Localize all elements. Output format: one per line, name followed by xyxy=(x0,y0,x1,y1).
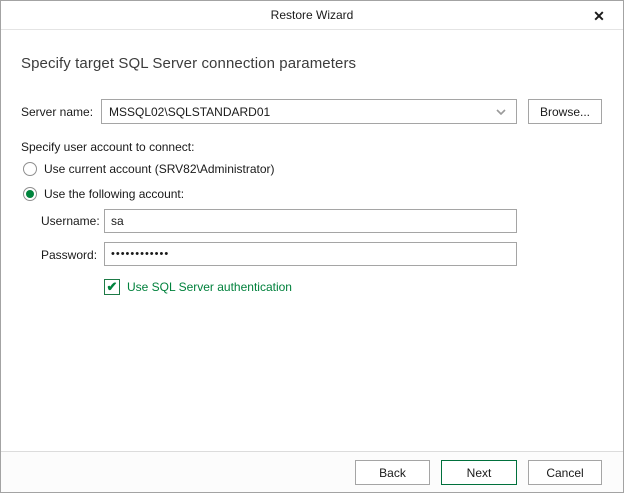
titlebar: Restore Wizard ✕ xyxy=(1,1,623,30)
back-button[interactable]: Back xyxy=(355,460,430,485)
radio-unselected-icon[interactable] xyxy=(23,162,37,176)
radio-option-following-account[interactable]: Use the following account: xyxy=(23,187,184,201)
close-button[interactable]: ✕ xyxy=(585,5,613,27)
sql-auth-checkbox-row[interactable]: ✔ Use SQL Server authentication xyxy=(104,279,292,295)
browse-button[interactable]: Browse... xyxy=(528,99,602,124)
close-icon: ✕ xyxy=(593,7,605,24)
sql-auth-checkbox-label: Use SQL Server authentication xyxy=(127,280,292,294)
server-name-label: Server name: xyxy=(21,105,94,119)
checkbox-checked-icon[interactable]: ✔ xyxy=(104,279,120,295)
server-name-combobox[interactable]: MSSQL02\SQLSTANDARD01 xyxy=(101,99,517,124)
password-field[interactable] xyxy=(104,242,517,266)
cancel-button[interactable]: Cancel xyxy=(528,460,602,485)
password-label: Password: xyxy=(41,248,98,262)
window-title: Restore Wizard xyxy=(270,8,354,22)
server-name-value: MSSQL02\SQLSTANDARD01 xyxy=(109,104,271,119)
restore-wizard-dialog: Restore Wizard ✕ Specify target SQL Serv… xyxy=(0,0,624,493)
next-button[interactable]: Next xyxy=(441,460,517,485)
radio-option-label: Use current account (SRV82\Administrator… xyxy=(44,162,275,176)
checkmark-icon: ✔ xyxy=(106,278,118,294)
account-section-label: Specify user account to connect: xyxy=(21,140,195,154)
username-field[interactable] xyxy=(104,209,517,233)
page-title: Specify target SQL Server connection par… xyxy=(21,55,357,72)
radio-option-current-account[interactable]: Use current account (SRV82\Administrator… xyxy=(23,162,275,176)
chevron-down-icon xyxy=(492,100,510,123)
radio-option-label: Use the following account: xyxy=(44,187,185,201)
username-label: Username: xyxy=(41,214,100,228)
radio-selected-icon[interactable] xyxy=(23,187,37,201)
